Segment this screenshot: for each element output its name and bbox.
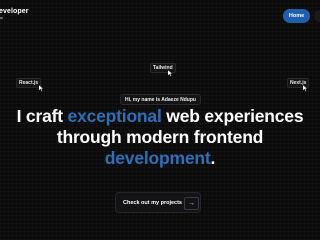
cursor-icon: [302, 84, 309, 92]
arrow-right-icon: →: [184, 197, 199, 210]
headline-text: through modern frontend: [56, 127, 264, 147]
brand-subtitle: [0, 17, 3, 19]
cursor-icon: [38, 84, 45, 92]
greeting-badge: Hi, my name is Adaeze Ndupu: [120, 94, 201, 105]
headline-text: I craft: [16, 106, 68, 126]
menu-button[interactable]: [314, 10, 320, 22]
headline-accent: exceptional: [67, 106, 162, 126]
headline-accent: development: [104, 148, 211, 168]
headline-text: .: [210, 148, 216, 168]
brand-name[interactable]: eveloper: [0, 8, 29, 15]
cta-label: Check out my projects: [123, 200, 182, 206]
home-button[interactable]: Home: [283, 9, 310, 23]
hero-headline: I craft exceptional web experiences thro…: [0, 106, 320, 169]
cursor-icon: [167, 69, 174, 77]
headline-text: web experiences: [161, 106, 304, 126]
check-projects-button[interactable]: Check out my projects →: [115, 192, 201, 213]
